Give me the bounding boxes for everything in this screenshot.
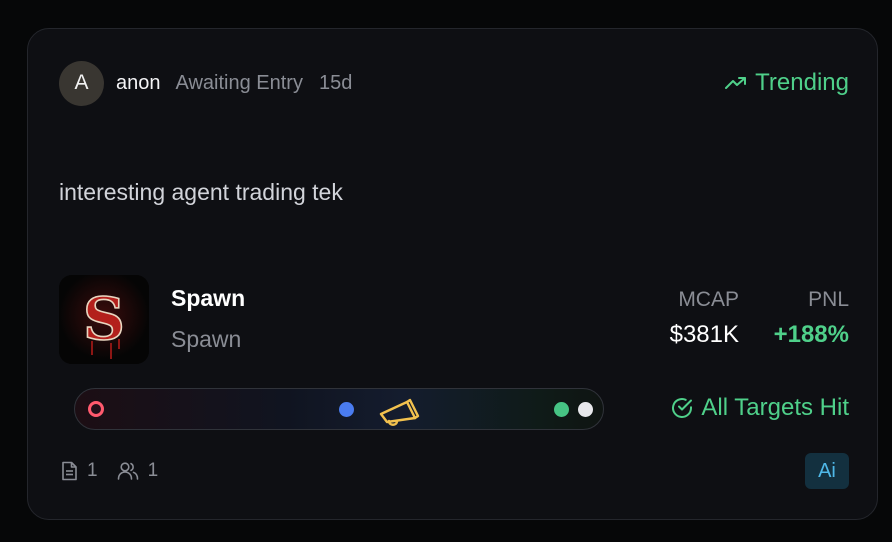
stat-labels: MCAP PNL [659, 288, 849, 312]
pnl-label: PNL [808, 288, 849, 311]
token-logo[interactable]: S [59, 275, 149, 364]
users-icon [117, 462, 138, 480]
users-count-value: 1 [147, 460, 159, 481]
token-ticker: Spawn [171, 326, 242, 352]
document-icon [62, 461, 77, 481]
posts-count[interactable]: 1 [61, 460, 98, 482]
trending-label: Trending [755, 69, 849, 96]
mcap-label: MCAP [678, 288, 739, 311]
author-name[interactable]: anon [116, 72, 161, 95]
ai-badge-label: Ai [818, 459, 836, 482]
pnl-value: +188% [773, 321, 849, 348]
avatar-letter: A [74, 71, 89, 94]
mcap-value: $381K [669, 321, 739, 348]
post-age: 15d [318, 71, 353, 94]
stat-values: $381K +188% [659, 321, 849, 349]
trending-up-icon [725, 77, 747, 89]
avatar[interactable]: A [59, 60, 104, 106]
ai-badge[interactable]: Ai [805, 453, 849, 489]
card-header: A anon Awaiting Entry 15d Trending [59, 60, 849, 106]
call-card[interactable]: A anon Awaiting Entry 15d Trending inter… [27, 28, 878, 520]
card-footer: 1 1 [61, 460, 158, 482]
targets-status: All Targets Hit [671, 394, 849, 422]
post-message: interesting agent trading tek [59, 179, 343, 205]
price-progress-track [74, 388, 604, 430]
status-label: Awaiting Entry [175, 71, 303, 94]
megaphone-icon [379, 398, 420, 426]
final-target-marker [578, 402, 593, 417]
trending-badge: Trending [725, 69, 849, 97]
token-logo-image: S [59, 275, 149, 364]
entry-marker [88, 401, 104, 417]
target-marker [554, 402, 569, 417]
token-name[interactable]: Spawn [171, 285, 245, 312]
posts-count-value: 1 [87, 460, 98, 481]
check-circle-icon [672, 398, 693, 418]
current-price-marker [339, 402, 354, 417]
users-count[interactable]: 1 [117, 460, 159, 482]
targets-label: All Targets Hit [701, 394, 849, 421]
